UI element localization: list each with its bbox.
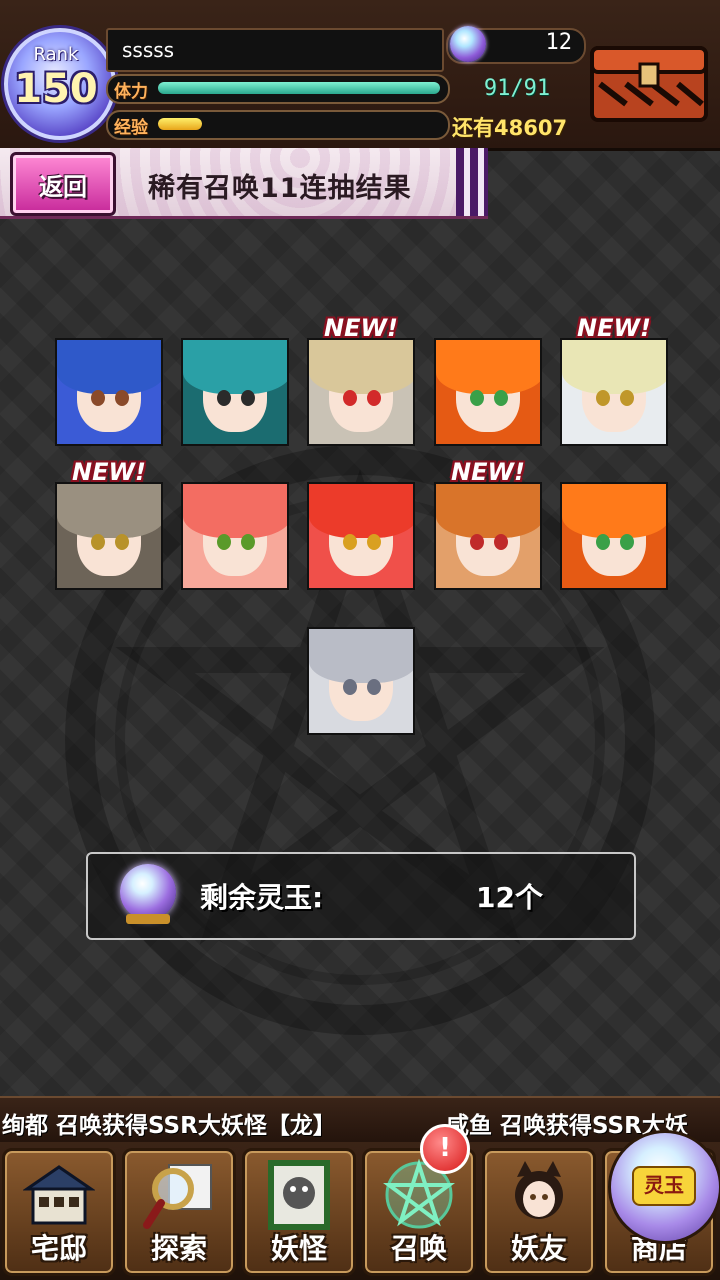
- stamina-label: 体力: [114, 82, 148, 102]
- announcement-ticker: 绚都 召唤获得SSR大妖怪【龙】 咸鱼 召唤获得SSR大妖: [0, 1096, 720, 1144]
- orb-count: 12: [545, 30, 573, 55]
- summon-result-card[interactable]: [434, 482, 542, 590]
- summon-result-card[interactable]: [55, 338, 163, 446]
- back-button[interactable]: 返回: [10, 152, 116, 216]
- summon-result-card[interactable]: [307, 338, 415, 446]
- character-eye: [367, 534, 381, 550]
- nav-explore[interactable]: 探索: [122, 1148, 236, 1276]
- house-icon: [23, 1165, 95, 1225]
- nav-friends-label: 妖友: [510, 1232, 567, 1265]
- orb-stand-icon: [126, 914, 170, 924]
- character-eye: [91, 534, 105, 550]
- character-eye: [217, 390, 231, 406]
- character-eye: [241, 534, 255, 550]
- character-eye: [343, 534, 357, 550]
- spirit-orb-icon: [120, 864, 176, 920]
- new-badge: NEW!: [324, 314, 398, 342]
- magnifier-map-icon: [143, 1164, 212, 1229]
- character-eye: [470, 534, 484, 550]
- character-eye: [367, 390, 381, 406]
- nav-friends[interactable]: 妖友: [482, 1148, 596, 1276]
- summon-alert-badge: !: [420, 1124, 470, 1174]
- summon-result-card[interactable]: [181, 482, 289, 590]
- character-hair: [183, 340, 287, 394]
- character-eye: [115, 534, 129, 550]
- experience-label: 经验: [114, 118, 148, 138]
- new-badge: NEW!: [577, 314, 651, 342]
- remaining-orbs-value: 12个: [476, 881, 543, 914]
- stamina-value: 91/91: [483, 76, 551, 101]
- character-eye: [470, 390, 484, 406]
- character-eye: [115, 390, 129, 406]
- treasure-chest-icon[interactable]: [586, 34, 712, 126]
- character-hair: [309, 340, 413, 394]
- nav-mansion[interactable]: 宅邸: [2, 1148, 116, 1276]
- remaining-orbs-label: 剩余灵玉:: [200, 881, 324, 914]
- new-badge: NEW!: [72, 458, 146, 486]
- ticker-message: 绚都 召唤获得SSR大妖怪【龙】: [2, 1113, 336, 1139]
- summon-result-card[interactable]: [307, 627, 415, 735]
- page-title: 稀有召唤11连抽结果: [148, 173, 412, 204]
- character-hair: [562, 340, 666, 394]
- shop-orb-label: 灵玉: [632, 1166, 696, 1206]
- character-eye: [596, 534, 610, 550]
- summon-result-card[interactable]: [560, 482, 668, 590]
- rank-value: 150: [14, 66, 98, 112]
- character-eye: [367, 679, 381, 695]
- character-hair: [309, 629, 413, 683]
- character-hair: [57, 484, 161, 538]
- catgirl-friend-icon: [515, 1161, 563, 1219]
- experience-bar: 经验: [106, 110, 450, 140]
- character-hair: [436, 340, 540, 394]
- player-name: sssss: [122, 38, 175, 62]
- rank-badge[interactable]: Rank 150: [4, 22, 116, 140]
- title-decoration: [456, 148, 488, 216]
- character-eye: [217, 534, 231, 550]
- nav-explore-label: 探索: [150, 1232, 207, 1265]
- back-button-label: 返回: [39, 173, 87, 201]
- summon-result-card[interactable]: [307, 482, 415, 590]
- character-eye: [343, 390, 357, 406]
- nav-yokai[interactable]: 妖怪: [242, 1148, 356, 1276]
- character-eye: [494, 390, 508, 406]
- summon-result-card[interactable]: [181, 338, 289, 446]
- character-hair: [562, 484, 666, 538]
- spirit-orb-icon: [450, 26, 486, 62]
- experience-remaining: 还有48607: [452, 116, 568, 140]
- nav-summon-label: 召唤: [390, 1232, 447, 1265]
- character-eye: [343, 679, 357, 695]
- nav-mansion-label: 宅邸: [30, 1232, 87, 1265]
- scroll-monster-icon: [268, 1160, 330, 1230]
- stamina-fill: [158, 82, 440, 94]
- summon-result-card[interactable]: [560, 338, 668, 446]
- character-eye: [620, 390, 634, 406]
- character-eye: [620, 534, 634, 550]
- character-hair: [309, 484, 413, 538]
- character-hair: [57, 340, 161, 394]
- character-eye: [596, 390, 610, 406]
- experience-fill: [158, 118, 202, 130]
- rank-label: Rank: [33, 44, 79, 65]
- character-hair: [183, 484, 287, 538]
- player-name-box: sssss: [106, 28, 444, 72]
- character-eye: [91, 390, 105, 406]
- new-badge: NEW!: [451, 458, 525, 486]
- character-hair: [436, 484, 540, 538]
- summon-result-card[interactable]: [434, 338, 542, 446]
- character-eye: [241, 390, 255, 406]
- stamina-bar: 体力: [106, 74, 450, 104]
- summon-result-card[interactable]: [55, 482, 163, 590]
- nav-yokai-label: 妖怪: [270, 1232, 327, 1265]
- character-eye: [494, 534, 508, 550]
